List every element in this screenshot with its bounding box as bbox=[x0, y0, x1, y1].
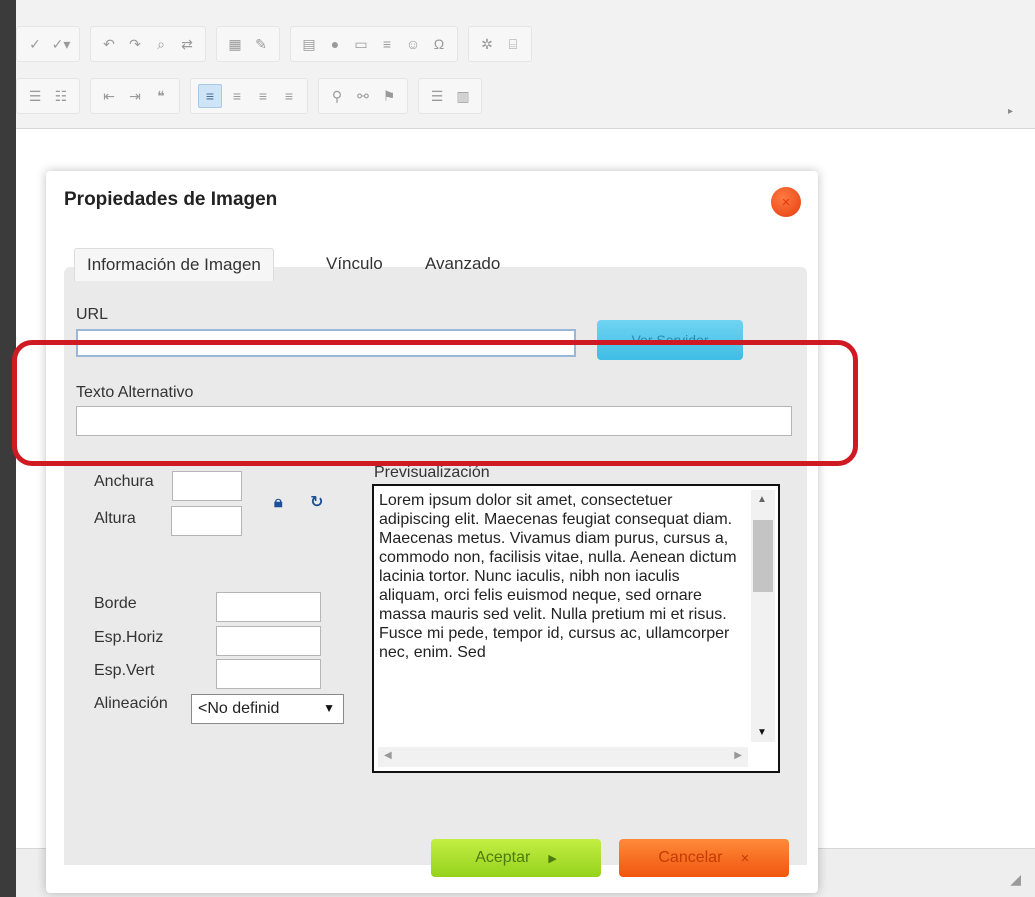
toolbar-group-undo: ↶ ↷ ⌕ ⇄ bbox=[90, 26, 206, 62]
toolbar-group-select: ▦ ✎ bbox=[216, 26, 280, 62]
close-x-icon: ✕ bbox=[740, 852, 750, 865]
hspace-label: Esp.Horiz bbox=[94, 629, 164, 646]
tab-link[interactable]: Vínculo bbox=[314, 248, 395, 280]
border-input[interactable] bbox=[216, 592, 321, 622]
close-icon[interactable]: ✕ bbox=[771, 187, 801, 217]
left-dark-edge bbox=[0, 0, 16, 897]
height-input[interactable] bbox=[171, 506, 242, 536]
preview-label: Previsualización bbox=[374, 464, 490, 481]
toolbar-group-align: ≡ ≡ ≡ ≡ bbox=[190, 78, 308, 114]
toolbar-group-lists: ☰ ☷ bbox=[16, 78, 80, 114]
show-blocks-icon[interactable]: ▥ bbox=[452, 85, 474, 107]
toolbar-row-1: ✓ ✓▾ ↶ ↷ ⌕ ⇄ ▦ ✎ ▤ ● ▭ ≡ ☺ Ω ✲ ⌸ bbox=[16, 22, 542, 66]
cancel-button[interactable]: Cancelar ✕ bbox=[619, 839, 789, 877]
vspace-input[interactable] bbox=[216, 659, 321, 689]
toolbar-group-insert: ▤ ● ▭ ≡ ☺ Ω bbox=[290, 26, 458, 62]
hspace-input[interactable] bbox=[216, 626, 321, 656]
link-icon[interactable]: ⚲ bbox=[326, 85, 348, 107]
spellcheck-menu-icon[interactable]: ✓▾ bbox=[50, 33, 72, 55]
preview-horizontal-scrollbar[interactable]: ◀ ▶ bbox=[378, 747, 748, 767]
align-right-icon[interactable]: ≡ bbox=[252, 85, 274, 107]
preview-icon[interactable]: ⌸ bbox=[502, 33, 524, 55]
cancel-button-label: Cancelar bbox=[658, 849, 723, 866]
url-input[interactable] bbox=[76, 329, 576, 357]
editor-toolbar: ✓ ✓▾ ↶ ↷ ⌕ ⇄ ▦ ✎ ▤ ● ▭ ≡ ☺ Ω ✲ ⌸ ☰ ☷ ⇤ ⇥… bbox=[16, 0, 1035, 129]
numbered-list-icon[interactable]: ☰ bbox=[24, 85, 46, 107]
ok-button-label: Aceptar bbox=[475, 849, 531, 866]
lock-icon[interactable]: 🔒︎ bbox=[274, 494, 283, 512]
align-left-icon[interactable]: ≡ bbox=[198, 84, 222, 108]
align-justify-icon[interactable]: ≡ bbox=[278, 85, 300, 107]
toolbar-group-indent: ⇤ ⇥ ❝ bbox=[90, 78, 180, 114]
chevron-right-icon: ▶ bbox=[548, 852, 557, 865]
redo-icon[interactable]: ↷ bbox=[124, 33, 146, 55]
preview-text: Lorem ipsum dolor sit amet, consectetuer… bbox=[379, 492, 737, 661]
arrow-left-icon[interactable]: ◀ bbox=[384, 750, 392, 761]
align-select-value: <No definid bbox=[198, 700, 280, 717]
replace-icon[interactable]: ⇄ bbox=[176, 33, 198, 55]
horizontal-rule-icon[interactable]: ≡ bbox=[376, 33, 398, 55]
unlink-icon[interactable]: ⚯ bbox=[352, 85, 374, 107]
undo-icon[interactable]: ↶ bbox=[98, 33, 120, 55]
settings-icon[interactable]: ✲ bbox=[476, 33, 498, 55]
toolbar-group-misc: ✲ ⌸ bbox=[468, 26, 532, 62]
url-label: URL bbox=[76, 306, 109, 323]
chevron-down-icon: ▼ bbox=[323, 701, 335, 715]
outdent-icon[interactable]: ⇤ bbox=[98, 85, 120, 107]
align-select[interactable]: <No definid ▼ bbox=[191, 694, 344, 724]
toolbar-group-links: ⚲ ⚯ ⚑ bbox=[318, 78, 408, 114]
arrow-down-icon[interactable]: ▼ bbox=[757, 727, 767, 738]
image-properties-dialog: Propiedades de Imagen ✕ Información de I… bbox=[46, 171, 818, 893]
smiley-icon[interactable]: ☺ bbox=[402, 33, 424, 55]
toolbar-row-2: ☰ ☷ ⇤ ⇥ ❝ ≡ ≡ ≡ ≡ ⚲ ⚯ ⚑ ☰ ▥ bbox=[16, 74, 492, 118]
table-icon[interactable]: ▭ bbox=[350, 33, 372, 55]
select-all-icon[interactable]: ▦ bbox=[224, 33, 246, 55]
spellcheck-icon[interactable]: ✓ bbox=[24, 33, 46, 55]
bulleted-list-icon[interactable]: ☷ bbox=[50, 85, 72, 107]
align-label: Alineación bbox=[94, 695, 168, 712]
width-input[interactable] bbox=[172, 471, 242, 501]
resize-grip-icon[interactable]: ◢ bbox=[1010, 871, 1021, 888]
remove-format-icon[interactable]: ✎ bbox=[250, 33, 272, 55]
browse-server-button[interactable]: Ver Servidor bbox=[597, 320, 743, 360]
screen: ✓ ✓▾ ↶ ↷ ⌕ ⇄ ▦ ✎ ▤ ● ▭ ≡ ☺ Ω ✲ ⌸ ☰ ☷ ⇤ ⇥… bbox=[0, 0, 1035, 897]
arrow-up-icon[interactable]: ▲ bbox=[757, 494, 767, 505]
height-label: Altura bbox=[94, 510, 136, 527]
preview-vertical-scrollbar[interactable]: ▲ ▼ bbox=[751, 490, 775, 742]
indent-icon[interactable]: ⇥ bbox=[124, 85, 146, 107]
div-container-icon[interactable]: ☰ bbox=[426, 85, 448, 107]
width-label: Anchura bbox=[94, 473, 154, 490]
tab-advanced[interactable]: Avanzado bbox=[413, 248, 512, 280]
alt-text-input[interactable] bbox=[76, 406, 792, 436]
image-icon[interactable]: ▤ bbox=[298, 33, 320, 55]
anchor-icon[interactable]: ⚑ bbox=[378, 85, 400, 107]
special-char-icon[interactable]: Ω bbox=[428, 33, 450, 55]
toolbar-group-spellcheck: ✓ ✓▾ bbox=[16, 26, 80, 62]
arrow-right-icon[interactable]: ▶ bbox=[734, 750, 742, 761]
tab-image-info[interactable]: Información de Imagen bbox=[74, 248, 274, 281]
align-center-icon[interactable]: ≡ bbox=[226, 85, 248, 107]
find-icon[interactable]: ⌕ bbox=[150, 33, 172, 55]
refresh-icon[interactable]: ↻ bbox=[310, 492, 323, 512]
toolbar-group-blocks: ☰ ▥ bbox=[418, 78, 482, 114]
scrollbar-thumb[interactable] bbox=[753, 520, 773, 592]
vspace-label: Esp.Vert bbox=[94, 662, 155, 679]
flash-icon[interactable]: ● bbox=[324, 33, 346, 55]
dialog-title: Propiedades de Imagen bbox=[64, 189, 278, 210]
border-label: Borde bbox=[94, 595, 137, 612]
ok-button[interactable]: Aceptar ▶ bbox=[431, 839, 601, 877]
preview-box: Lorem ipsum dolor sit amet, consectetuer… bbox=[372, 484, 780, 773]
blockquote-icon[interactable]: ❝ bbox=[150, 85, 172, 107]
alt-text-label: Texto Alternativo bbox=[76, 384, 194, 401]
toolbar-collapse-icon[interactable]: ▸ bbox=[1008, 106, 1013, 117]
